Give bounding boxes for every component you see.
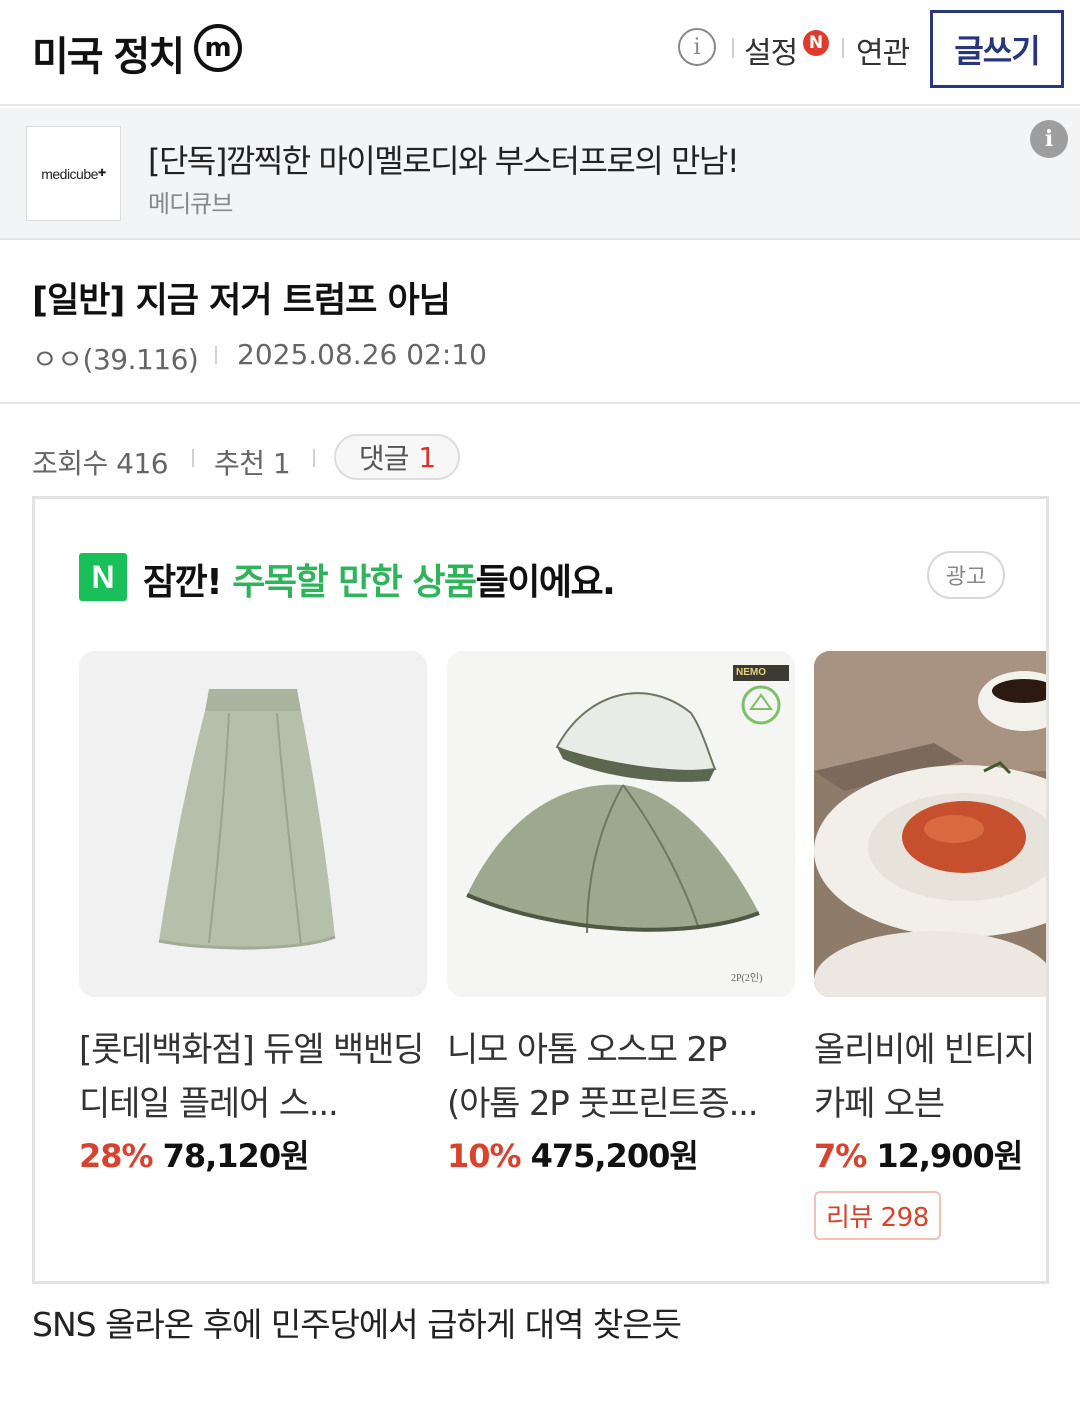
product-name[interactable]: 니모 아톰 오스모 2P (아톰 2P 풋프린트증...: [447, 1023, 795, 1131]
write-post-button[interactable]: 글쓰기: [930, 10, 1064, 88]
price: 475,200원: [530, 1137, 699, 1175]
recommend-count: 추천 1: [214, 447, 291, 480]
price-row: 28% 78,120원: [79, 1131, 427, 1177]
promo-heading: 잠깐! 주목할 만한 상품들이에요.: [143, 553, 616, 605]
promo-suffix: 들이에요.: [475, 562, 616, 603]
gallery-header: 미국 정치 m i 설정 N 연관 글쓰기: [0, 0, 1080, 106]
stat-divider: [313, 449, 315, 467]
comment-button[interactable]: 댓글 1: [334, 434, 460, 480]
minor-gallery-badge-icon: m: [194, 24, 242, 72]
header-divider: [842, 38, 844, 58]
stat-divider: [192, 449, 194, 467]
post-date: 2025.08.26 02:10: [237, 338, 487, 371]
comment-count: 1: [418, 440, 436, 474]
ad-tag[interactable]: 광고: [927, 551, 1005, 599]
product-name[interactable]: 올리비에 빈티지 팅 홈 카페 오븐: [814, 1023, 1046, 1131]
product-name-text: 올리비에 빈티지 팅 홈 카페 오븐: [814, 1030, 1046, 1124]
meta-divider: [215, 346, 217, 364]
product-card[interactable]: 올리비에 빈티지 팅 홈 카페 오븐 7%12,900원 리뷰 298: [814, 651, 1046, 1240]
advertiser-logo: medicube ✚: [26, 126, 121, 221]
tent-illustration: [447, 651, 793, 997]
post-author[interactable]: ㅇㅇ(39.116): [32, 338, 199, 378]
gallery-title[interactable]: 미국 정치: [32, 24, 185, 82]
product-name-text: [롯데백화점] 듀엘 백밴딩 디테일 플레어 스...: [79, 1030, 424, 1124]
comment-label: 댓글: [358, 442, 410, 475]
product-card[interactable]: NEMO 2P(2인) 니모 아톰 오스모 2P (아톰 2P 풋프린트증...…: [447, 651, 795, 1177]
info-icon[interactable]: i: [678, 28, 716, 66]
post-body: SNS 올라온 후에 민주당에서 급하게 대역 찾은듯: [32, 1305, 682, 1344]
promo-prefix: 잠깐!: [143, 562, 233, 603]
promo-highlight: 주목할 만한 상품: [232, 562, 477, 603]
pasta-plate-image[interactable]: [814, 651, 1046, 997]
discount-rate: 10%: [447, 1137, 522, 1175]
size-label: 2P(2인): [731, 973, 763, 984]
ad-advertiser: 메디큐브: [148, 190, 233, 218]
view-count: 조회수 416: [32, 447, 169, 480]
price-row: 10% 475,200원: [447, 1131, 795, 1177]
ad-banner[interactable]: medicube ✚ [단독]깜찍한 마이멜로디와 부스터프로의 만남! 메디큐브: [0, 108, 1080, 240]
price: 12,900원: [876, 1137, 1023, 1175]
review-badge: 리뷰 298: [814, 1191, 941, 1240]
related-link[interactable]: 연관: [856, 28, 910, 72]
tent-image[interactable]: NEMO 2P(2인): [447, 651, 795, 997]
naver-logo-icon: N: [79, 553, 127, 601]
product-name[interactable]: [롯데백화점] 듀엘 백밴딩 디테일 플레어 스...: [79, 1023, 427, 1131]
divider: [0, 402, 1080, 404]
skirt-illustration: [79, 651, 427, 997]
post-title: [일반] 지금 저거 트럼프 아님: [32, 281, 451, 321]
skirt-image[interactable]: [79, 651, 427, 997]
price-row: 7% 12,900원: [814, 1131, 1046, 1177]
discount-rate: 7%: [814, 1137, 867, 1175]
pasta-illustration: [814, 651, 1046, 997]
product-name-text: 니모 아톰 오스모 2P (아톰 2P 풋프린트증...: [447, 1030, 759, 1124]
price: 78,120원: [162, 1137, 310, 1175]
new-badge-icon: N: [803, 30, 829, 56]
product-ad-box: N 잠깐! 주목할 만한 상품들이에요. 광고 [롯데백화점] 듀엘 백밴딩 디…: [32, 496, 1049, 1284]
logo-cross-icon: ✚: [97, 168, 106, 179]
ad-title[interactable]: [단독]깜찍한 마이멜로디와 부스터프로의 만남!: [148, 136, 740, 182]
header-divider: [732, 38, 734, 58]
product-card[interactable]: [롯데백화점] 듀엘 백밴딩 디테일 플레어 스... 28% 78,120원: [79, 651, 427, 1177]
advertiser-logo-text: medicube: [41, 165, 98, 182]
ad-info-icon[interactable]: i: [1030, 120, 1068, 158]
brand-tag: NEMO: [736, 667, 766, 678]
settings-link[interactable]: 설정: [744, 28, 798, 72]
discount-rate: 28%: [79, 1137, 154, 1175]
